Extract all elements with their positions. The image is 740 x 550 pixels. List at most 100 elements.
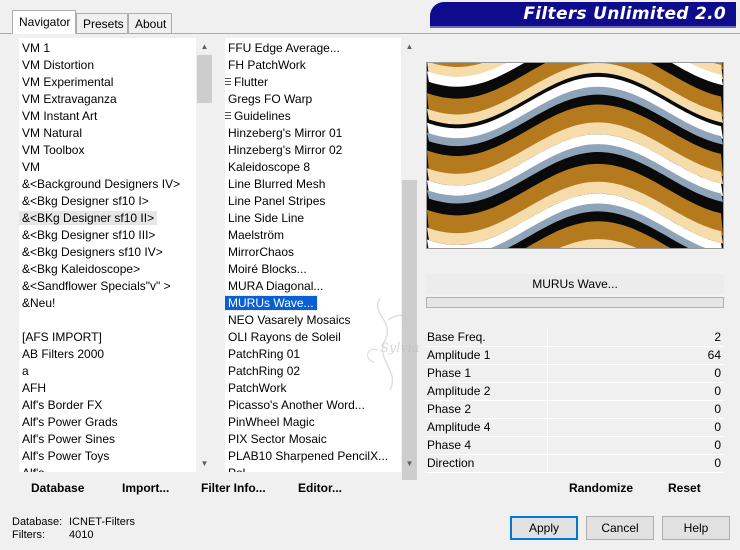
filter-item-label: PIX Sector Mosaic (228, 432, 327, 446)
param-value[interactable]: 0 (549, 365, 722, 382)
param-divider (547, 365, 548, 382)
database-button[interactable]: Database (31, 481, 84, 497)
category-item[interactable]: AB Filters 2000 (19, 346, 196, 363)
grip-icon (225, 78, 231, 87)
filter-item[interactable]: Hinzeberg's Mirror 02 (225, 142, 401, 159)
category-item[interactable]: &<Background Designers IV> (19, 176, 196, 193)
category-item[interactable] (19, 312, 196, 329)
filter-item[interactable]: PLAB10 Sharpened PencilX... (225, 448, 401, 465)
filters-count-value: 4010 (69, 529, 94, 541)
category-item[interactable]: a (19, 363, 196, 380)
param-value[interactable]: 0 (549, 383, 722, 400)
category-item[interactable]: VM Instant Art (19, 108, 196, 125)
category-item[interactable]: VM Natural (19, 125, 196, 142)
filter-item-label: FFU Edge Average... (228, 41, 340, 55)
category-item[interactable]: &<Bkg Designer sf10 I> (19, 193, 196, 210)
param-row[interactable]: Phase 4 0 (425, 437, 724, 455)
param-row[interactable]: Phase 1 0 (425, 365, 724, 383)
filter-item-label: FH PatchWork (228, 58, 306, 72)
param-value[interactable]: 64 (549, 347, 722, 364)
filter-item[interactable]: Maelström (225, 227, 401, 244)
filter-item[interactable]: Moiré Blocks... (225, 261, 401, 278)
category-item[interactable]: &Neu! (19, 295, 196, 312)
scroll-down-icon[interactable]: ▼ (196, 455, 213, 472)
filter-item-label: PatchRing 02 (228, 364, 301, 378)
apply-button[interactable]: Apply (510, 516, 578, 540)
filter-item-label: Line Panel Stripes (228, 194, 326, 208)
param-row[interactable]: Amplitude 4 0 (425, 419, 724, 437)
category-item[interactable]: &<Bkg Designer sf10 III> (19, 227, 196, 244)
tab-presets[interactable]: Presets (76, 13, 128, 33)
filter-item-label: Guidelines (234, 109, 291, 123)
filter-item[interactable]: Line Side Line (225, 210, 401, 227)
param-row[interactable]: Amplitude 2 0 (425, 383, 724, 401)
import-button[interactable]: Import... (122, 481, 169, 497)
category-item[interactable]: Alf's Power Sines (19, 431, 196, 448)
category-item-label: a (22, 364, 29, 378)
category-item[interactable]: VM Distortion (19, 57, 196, 74)
randomize-button[interactable]: Randomize (569, 481, 633, 497)
category-item[interactable]: AFH (19, 380, 196, 397)
filter-list[interactable]: FFU Edge Average... FH PatchWork Flutter Gr… (225, 38, 401, 472)
category-item-label: &<Sandflower Specials"v" > (22, 279, 171, 293)
filter-item[interactable]: FH PatchWork (225, 57, 401, 74)
category-item[interactable]: VM Experimental (19, 74, 196, 91)
scroll-up-icon[interactable]: ▲ (196, 38, 213, 55)
category-item[interactable]: Alf's Power Grads (19, 414, 196, 431)
filter-item[interactable]: PIX Sector Mosaic (225, 431, 401, 448)
category-item[interactable]: VM Toolbox (19, 142, 196, 159)
tab-navigator[interactable]: Navigator (12, 10, 76, 34)
param-name: Phase 4 (427, 438, 472, 452)
category-scrollbar[interactable]: ▲ ▼ (196, 38, 213, 472)
category-item-label: &<Bkg Designers sf10 IV> (22, 245, 163, 259)
param-row[interactable]: Amplitude 1 64 (425, 347, 724, 365)
scroll-down-icon[interactable]: ▼ (401, 455, 418, 472)
filter-item[interactable]: Hinzeberg's Mirror 01 (225, 125, 401, 142)
filter-item[interactable]: MirrorChaos (225, 244, 401, 261)
category-item-label: VM Instant Art (22, 109, 98, 123)
category-item[interactable]: Alf's ... (19, 465, 196, 472)
category-list[interactable]: VM 1 VM Distortion VM Experimental VM Extra… (19, 38, 196, 472)
filter-item[interactable]: FFU Edge Average... (225, 40, 401, 57)
scroll-up-icon[interactable]: ▲ (401, 38, 418, 55)
filter-item[interactable]: Guidelines (225, 108, 401, 125)
filter-item[interactable]: Pol... (225, 465, 401, 472)
database-value: ICNET-Filters (69, 516, 135, 528)
param-value[interactable]: 0 (549, 419, 722, 436)
category-scroll-thumb[interactable] (197, 55, 212, 103)
param-name: Phase 2 (427, 402, 472, 416)
param-value[interactable]: 2 (549, 329, 722, 346)
filter-preview (426, 62, 724, 249)
reset-button[interactable]: Reset (668, 481, 701, 497)
category-item[interactable]: &<Bkg Kaleidoscope> (19, 261, 196, 278)
category-item[interactable]: &<BKg Designer sf10 II> (19, 210, 196, 227)
category-item[interactable]: VM 1 (19, 40, 196, 57)
category-item[interactable]: VM (19, 159, 196, 176)
filter-item[interactable]: Gregs FO Warp (225, 91, 401, 108)
filter-item[interactable]: Flutter (225, 74, 401, 91)
tab-about[interactable]: About (128, 13, 172, 33)
param-value[interactable]: 0 (549, 401, 722, 418)
category-item[interactable]: VM Extravaganza (19, 91, 196, 108)
filter-item[interactable]: PinWheel Magic (225, 414, 401, 431)
filter-scrollbar[interactable]: ▲ ▼ (401, 38, 418, 480)
filter-item[interactable]: Line Panel Stripes (225, 193, 401, 210)
category-item[interactable]: &<Sandflower Specials"v" > (19, 278, 196, 295)
filter-item[interactable]: Kaleidoscope 8 (225, 159, 401, 176)
param-row[interactable]: Direction 0 (425, 455, 724, 473)
tab-strip-border (0, 33, 740, 34)
param-value[interactable]: 0 (549, 437, 722, 454)
filter-info-button[interactable]: Filter Info... (201, 481, 266, 497)
cancel-button[interactable]: Cancel (586, 516, 654, 540)
param-row[interactable]: Base Freq. 2 (425, 329, 724, 347)
category-item[interactable]: &<Bkg Designers sf10 IV> (19, 244, 196, 261)
param-row[interactable]: Phase 2 0 (425, 401, 724, 419)
filter-item-label: Moiré Blocks... (228, 262, 307, 276)
filter-item[interactable]: Line Blurred Mesh (225, 176, 401, 193)
category-item[interactable]: [AFS IMPORT] (19, 329, 196, 346)
category-item[interactable]: Alf's Border FX (19, 397, 196, 414)
param-value[interactable]: 0 (549, 455, 722, 472)
category-item[interactable]: Alf's Power Toys (19, 448, 196, 465)
help-button[interactable]: Help (662, 516, 730, 540)
editor-button[interactable]: Editor... (298, 481, 342, 497)
